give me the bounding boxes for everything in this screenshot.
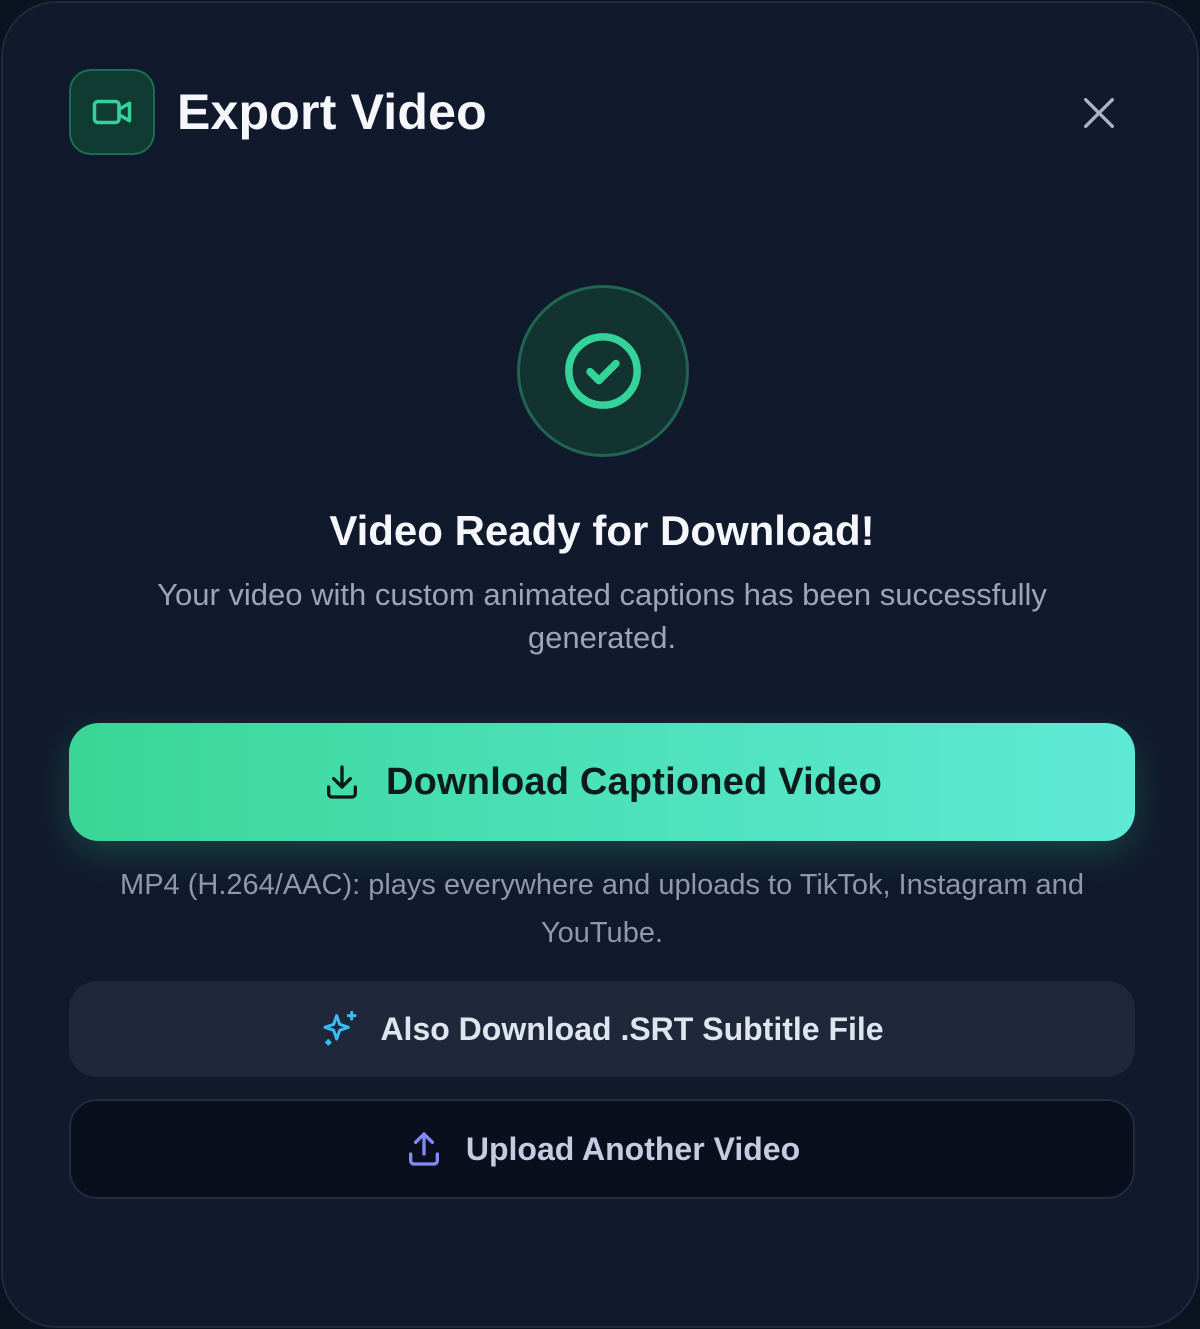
status-title: Video Ready for Download! — [329, 507, 875, 554]
upload-another-video-label: Upload Another Video — [465, 1130, 801, 1167]
close-button[interactable] — [1071, 85, 1127, 141]
format-note: MP4 (H.264/AAC): plays everywhere and up… — [120, 869, 1084, 949]
check-circle-icon — [565, 333, 641, 409]
download-icon — [322, 762, 362, 802]
upload-another-video-button[interactable]: Upload Another Video — [69, 1099, 1135, 1199]
download-srt-button[interactable]: Also Download .SRT Subtitle File — [69, 981, 1135, 1077]
export-video-dialog: Export Video Video Ready for Download! Y… — [1, 1, 1199, 1328]
sparkles-icon — [320, 1009, 360, 1049]
status-description: Your video with custom animated captions… — [157, 577, 1047, 655]
close-icon — [1084, 98, 1114, 128]
dialog-title: Export Video — [177, 84, 487, 140]
success-indicator — [517, 285, 689, 457]
download-captioned-video-button[interactable]: Download Captioned Video — [69, 723, 1135, 841]
upload-icon — [404, 1129, 444, 1169]
video-camera-icon — [69, 69, 155, 155]
download-captioned-video-label: Download Captioned Video — [386, 760, 882, 803]
download-srt-label: Also Download .SRT Subtitle File — [380, 1010, 884, 1047]
